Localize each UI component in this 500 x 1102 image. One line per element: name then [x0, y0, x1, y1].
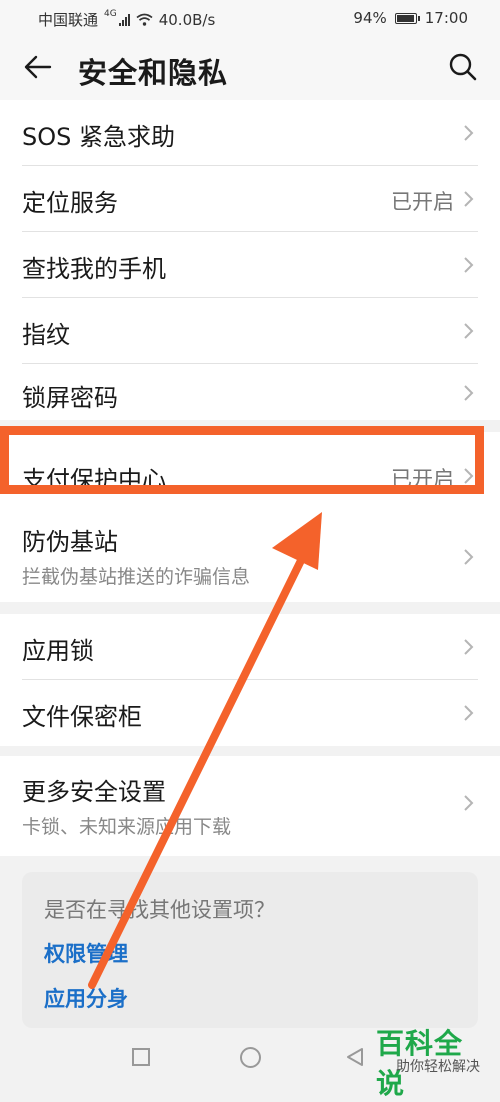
watermark-logo: 百科全说 助你轻松解决: [376, 1022, 486, 1100]
battery-percent: 94%: [353, 9, 387, 27]
home-icon[interactable]: [240, 1047, 261, 1068]
chevron-right-icon: [464, 323, 474, 339]
carrier-name: 中国联通: [38, 11, 99, 29]
chevron-right-icon: [464, 125, 474, 141]
item-label: 应用锁: [22, 637, 94, 665]
chevron-right-icon: [464, 639, 474, 655]
network-type: 4G: [104, 9, 117, 19]
settings-group-more: 更多安全设置 卡锁、未知来源应用下载: [0, 756, 500, 856]
location-item[interactable]: 定位服务 已开启: [0, 166, 500, 232]
fingerprint-item[interactable]: 指纹: [0, 298, 500, 364]
file-safe-item[interactable]: 文件保密柜: [0, 680, 500, 746]
app-header: 安全和隐私: [0, 36, 500, 100]
settings-group-security: SOS 紧急求助 定位服务 已开启 查找我的手机 指纹 锁屏密码: [0, 100, 500, 420]
item-label: 防伪基站: [22, 528, 118, 556]
item-label: 文件保密柜: [22, 703, 142, 731]
sos-item[interactable]: SOS 紧急求助: [0, 100, 500, 166]
item-description: 卡锁、未知来源应用下载: [22, 816, 232, 838]
related-settings-hint: 是否在寻找其他设置项？ 权限管理 应用分身: [22, 872, 478, 1028]
item-label: 定位服务: [22, 189, 118, 217]
chevron-right-icon: [464, 191, 474, 207]
network-speed: 40.0B/s: [158, 10, 216, 29]
chevron-right-icon: [464, 385, 474, 401]
chevron-right-icon: [464, 795, 474, 811]
lock-screen-password-item[interactable]: 锁屏密码: [0, 364, 500, 420]
fake-base-station-item[interactable]: 防伪基站 拦截伪基站推送的诈骗信息: [0, 498, 500, 602]
item-label: 指纹: [22, 321, 70, 349]
item-description: 拦截伪基站推送的诈骗信息: [22, 566, 251, 588]
app-lock-item[interactable]: 应用锁: [0, 614, 500, 680]
more-security-settings-item[interactable]: 更多安全设置 卡锁、未知来源应用下载: [0, 756, 500, 856]
battery-icon: [394, 12, 420, 24]
hint-title: 是否在寻找其他设置项？: [44, 898, 275, 922]
signal-icon: [118, 13, 130, 26]
item-label: SOS 紧急求助: [22, 123, 175, 151]
wifi-icon: [136, 13, 153, 26]
search-icon[interactable]: [448, 52, 478, 82]
back-triangle-icon[interactable]: [344, 1046, 366, 1068]
recent-apps-icon[interactable]: [132, 1048, 150, 1066]
status-bar: 中国联通 4G 40.0B/s 94% 17:00: [0, 0, 500, 36]
app-twin-link[interactable]: 应用分身: [44, 983, 128, 1013]
permission-management-link[interactable]: 权限管理: [44, 938, 128, 968]
settings-group-apps: 应用锁 文件保密柜: [0, 614, 500, 746]
chevron-right-icon: [464, 549, 474, 565]
item-label: 锁屏密码: [22, 384, 118, 412]
highlight-box: [0, 426, 484, 494]
arrow-left-icon[interactable]: [24, 53, 52, 81]
chevron-right-icon: [464, 257, 474, 273]
chevron-right-icon: [464, 705, 474, 721]
item-status: 已开启: [391, 190, 454, 214]
item-label: 更多安全设置: [22, 778, 166, 806]
item-label: 查找我的手机: [22, 255, 166, 283]
page-title: 安全和隐私: [78, 56, 229, 90]
clock: 17:00: [424, 9, 468, 27]
find-phone-item[interactable]: 查找我的手机: [0, 232, 500, 298]
watermark-subtitle: 助你轻松解决: [396, 1059, 480, 1075]
